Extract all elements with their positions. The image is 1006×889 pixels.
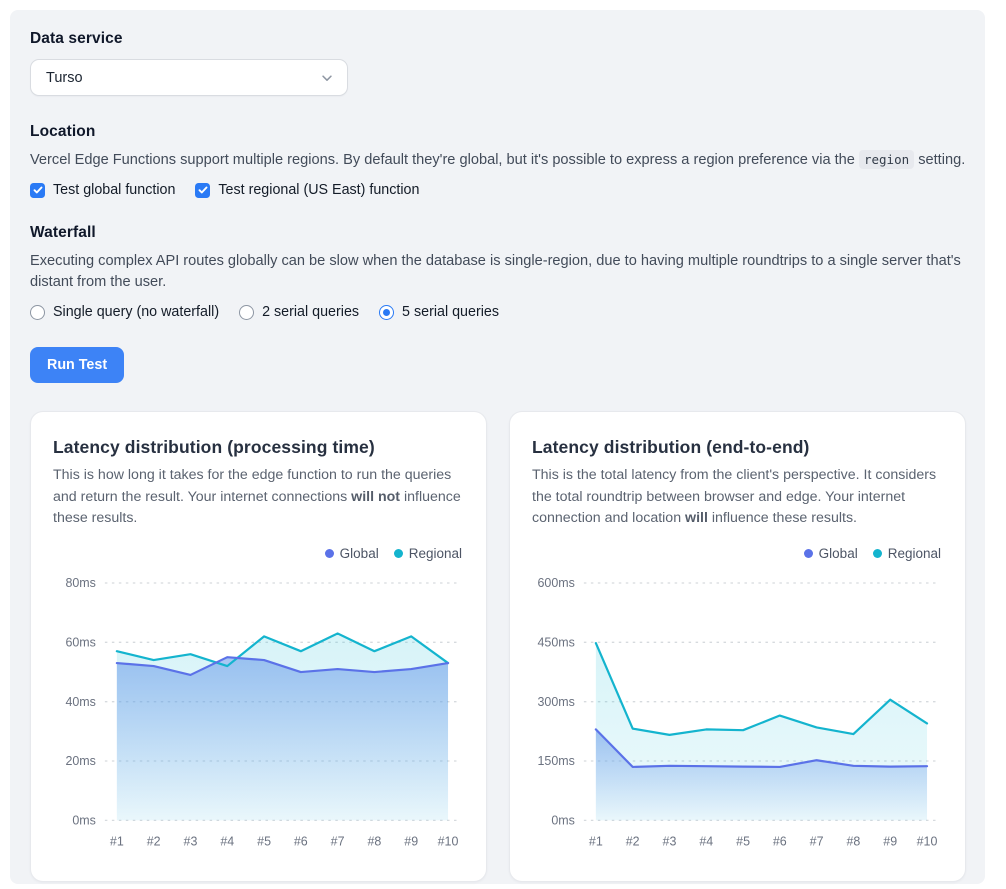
radio-5-serial-label: 5 serial queries [402, 304, 499, 320]
legend-global: Global [325, 546, 379, 561]
settings-panel: Data service Turso Location Vercel Edge … [10, 10, 985, 884]
desc-bold-text: will [685, 510, 708, 526]
svg-text:#7: #7 [810, 835, 824, 849]
svg-text:600ms: 600ms [538, 577, 575, 591]
svg-text:#5: #5 [257, 835, 271, 849]
legend-global: Global [804, 546, 858, 561]
svg-text:450ms: 450ms [538, 636, 575, 650]
chart-legend: Global Regional [532, 546, 943, 561]
location-description-tail: setting. [918, 152, 965, 168]
processing-time-description: This is how long it takes for the edge f… [53, 465, 464, 529]
svg-text:150ms: 150ms [538, 755, 575, 769]
svg-text:#1: #1 [589, 835, 603, 849]
svg-text:#3: #3 [184, 835, 198, 849]
charts-row: Latency distribution (processing time) T… [30, 411, 966, 881]
end-to-end-title: Latency distribution (end-to-end) [532, 437, 943, 458]
svg-text:#4: #4 [699, 835, 713, 849]
svg-text:#5: #5 [736, 835, 750, 849]
global-legend-dot-icon [804, 549, 813, 558]
radio-single-query[interactable]: Single query (no waterfall) [30, 304, 219, 320]
checkbox-global-label: Test global function [53, 182, 175, 198]
radio-2-serial-label: 2 serial queries [262, 304, 359, 320]
radio-2-serial-control[interactable] [239, 305, 254, 320]
data-service-heading: Data service [30, 30, 966, 48]
waterfall-radio-row: Single query (no waterfall) 2 serial que… [30, 304, 966, 320]
svg-text:40ms: 40ms [65, 695, 95, 709]
radio-5-serial-control[interactable] [379, 305, 394, 320]
legend-regional: Regional [394, 546, 462, 561]
chart-legend: Global Regional [53, 546, 464, 561]
waterfall-description: Executing complex API routes globally ca… [30, 251, 966, 293]
svg-text:#6: #6 [773, 835, 787, 849]
processing-time-chart: 0ms 20ms 40ms 60ms 80ms #1 #2 #3 #4 #5 #6 #7 #8 #9 #10 [53, 571, 464, 860]
svg-text:#3: #3 [663, 835, 677, 849]
svg-text:60ms: 60ms [65, 636, 95, 650]
svg-text:#8: #8 [846, 835, 860, 849]
processing-time-card: Latency distribution (processing time) T… [30, 411, 487, 881]
check-icon [198, 185, 208, 195]
svg-text:#4: #4 [220, 835, 234, 849]
checkbox-global-box[interactable] [30, 183, 45, 198]
radio-single-query-control[interactable] [30, 305, 45, 320]
svg-text:0ms: 0ms [72, 814, 96, 828]
end-to-end-description: This is the total latency from the clien… [532, 465, 943, 529]
svg-text:#2: #2 [147, 835, 161, 849]
svg-text:#10: #10 [438, 835, 459, 849]
run-test-button[interactable]: Run Test [30, 347, 124, 383]
svg-text:80ms: 80ms [65, 577, 95, 591]
svg-text:#2: #2 [626, 835, 640, 849]
processing-time-title: Latency distribution (processing time) [53, 437, 464, 458]
check-icon [33, 185, 43, 195]
radio-single-query-label: Single query (no waterfall) [53, 304, 219, 320]
waterfall-heading: Waterfall [30, 224, 966, 242]
svg-text:300ms: 300ms [538, 695, 575, 709]
checkbox-regional-function[interactable]: Test regional (US East) function [195, 182, 419, 198]
svg-text:0ms: 0ms [551, 814, 575, 828]
data-service-selected-value: Turso [46, 70, 83, 86]
end-to-end-card: Latency distribution (end-to-end) This i… [509, 411, 966, 881]
latency-area-chart-svg: 0ms 20ms 40ms 60ms 80ms #1 #2 #3 #4 #5 #6 #7 #8 #9 #10 [53, 571, 464, 860]
radio-5-serial-queries[interactable]: 5 serial queries [379, 304, 499, 320]
radio-dot [383, 309, 390, 316]
svg-text:#6: #6 [294, 835, 308, 849]
checkbox-regional-label: Test regional (US East) function [218, 182, 419, 198]
global-legend-dot-icon [325, 549, 334, 558]
regional-legend-dot-icon [873, 549, 882, 558]
radio-2-serial-queries[interactable]: 2 serial queries [239, 304, 359, 320]
region-code-chip: region [859, 150, 914, 169]
desc-tail-text: influence these results. [712, 510, 857, 526]
svg-text:#7: #7 [331, 835, 345, 849]
location-heading: Location [30, 123, 966, 141]
svg-text:#1: #1 [110, 835, 124, 849]
location-description: Vercel Edge Functions support multiple r… [30, 150, 966, 171]
chevron-down-icon [320, 71, 334, 85]
svg-text:#10: #10 [917, 835, 938, 849]
legend-regional-label: Regional [409, 546, 462, 561]
legend-global-label: Global [819, 546, 858, 561]
legend-regional: Regional [873, 546, 941, 561]
checkbox-regional-box[interactable] [195, 183, 210, 198]
desc-bold-text: will not [351, 489, 400, 505]
svg-text:#9: #9 [404, 835, 418, 849]
legend-global-label: Global [340, 546, 379, 561]
location-checkbox-row: Test global function Test regional (US E… [30, 182, 966, 198]
location-description-text: Vercel Edge Functions support multiple r… [30, 152, 855, 168]
svg-text:#9: #9 [883, 835, 897, 849]
svg-text:20ms: 20ms [65, 755, 95, 769]
regional-legend-dot-icon [394, 549, 403, 558]
checkbox-global-function[interactable]: Test global function [30, 182, 175, 198]
latency-area-chart-svg: 0ms 150ms 300ms 450ms 600ms #1 #2 #3 #4 #5 #6 #7 #8 #… [532, 571, 943, 860]
end-to-end-chart: 0ms 150ms 300ms 450ms 600ms #1 #2 #3 #4 #5 #6 #7 #8 #… [532, 571, 943, 860]
legend-regional-label: Regional [888, 546, 941, 561]
svg-text:#8: #8 [367, 835, 381, 849]
data-service-select[interactable]: Turso [30, 59, 348, 96]
